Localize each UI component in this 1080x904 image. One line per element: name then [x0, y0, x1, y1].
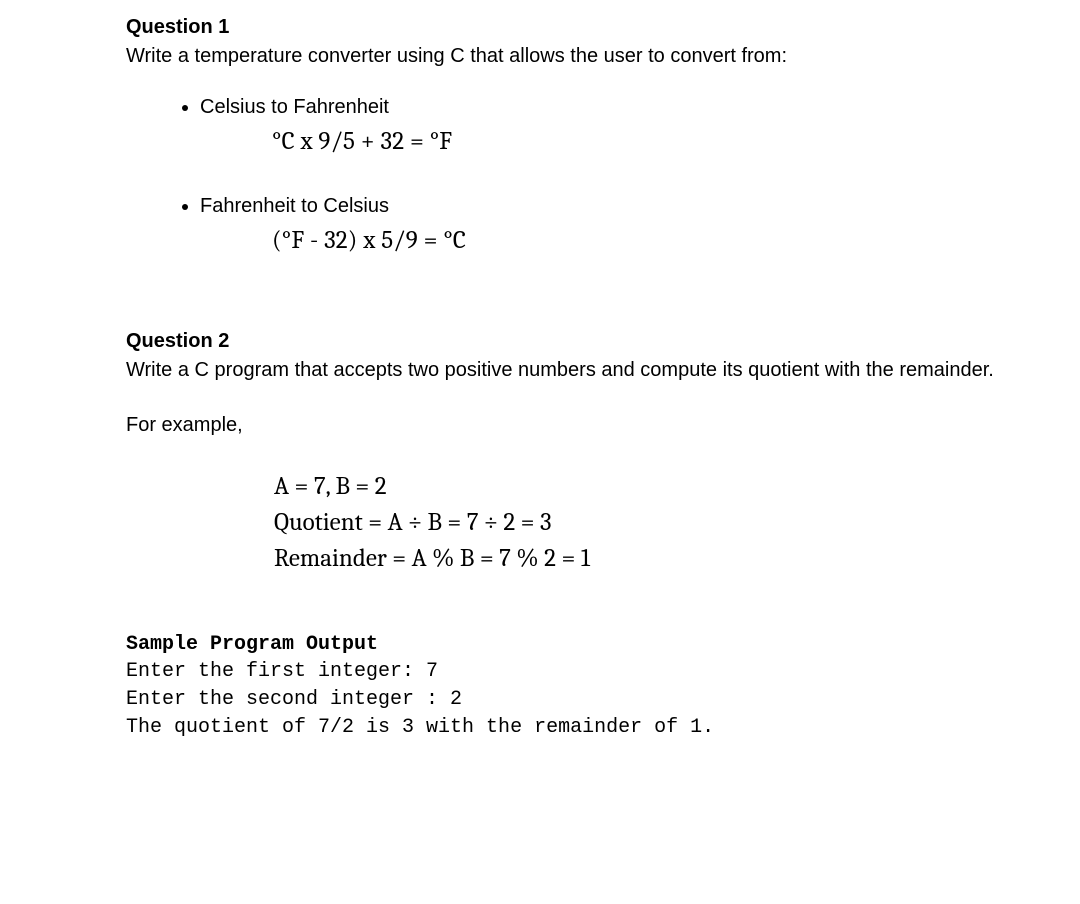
formula-c-to-f: °C x 9/5 + 32 = °F [272, 125, 1046, 159]
sample-output-heading: Sample Program Output [126, 631, 1046, 658]
bullet-celsius-to-fahrenheit: Celsius to Fahrenheit °C x 9/5 + 32 = °F [200, 94, 1046, 159]
math-line-1: A = 7, B = 2 [274, 469, 1046, 505]
question-1-intro: Write a temperature converter using C th… [126, 43, 1046, 70]
question-1: Question 1 Write a temperature converter… [126, 14, 1046, 258]
sample-output-block: Enter the first integer: 7 Enter the sec… [126, 658, 1046, 742]
question-2: Question 2 Write a C program that accept… [126, 328, 1046, 743]
formula-f-to-c: (°F - 32) x 5/9 = °C [272, 224, 1046, 258]
math-line-2: Quotient = A ÷ B = 7 ÷ 2 = 3 [274, 505, 1046, 541]
bullet-label: Celsius to Fahrenheit [200, 96, 389, 118]
for-example-label: For example, [126, 412, 1046, 439]
math-line-3: Remainder = A % B = 7 % 2 = 1 [274, 541, 1046, 577]
question-1-heading: Question 1 [126, 14, 1046, 41]
question-2-intro: Write a C program that accepts two posit… [126, 357, 1046, 384]
bullet-label: Fahrenheit to Celsius [200, 195, 389, 217]
document-page: Question 1 Write a temperature converter… [0, 0, 1046, 742]
question-2-heading: Question 2 [126, 328, 1046, 355]
math-example-block: A = 7, B = 2 Quotient = A ÷ B = 7 ÷ 2 = … [274, 469, 1046, 578]
bullet-fahrenheit-to-celsius: Fahrenheit to Celsius (°F - 32) x 5/9 = … [200, 193, 1046, 258]
question-1-bullet-list: Celsius to Fahrenheit °C x 9/5 + 32 = °F… [126, 94, 1046, 258]
